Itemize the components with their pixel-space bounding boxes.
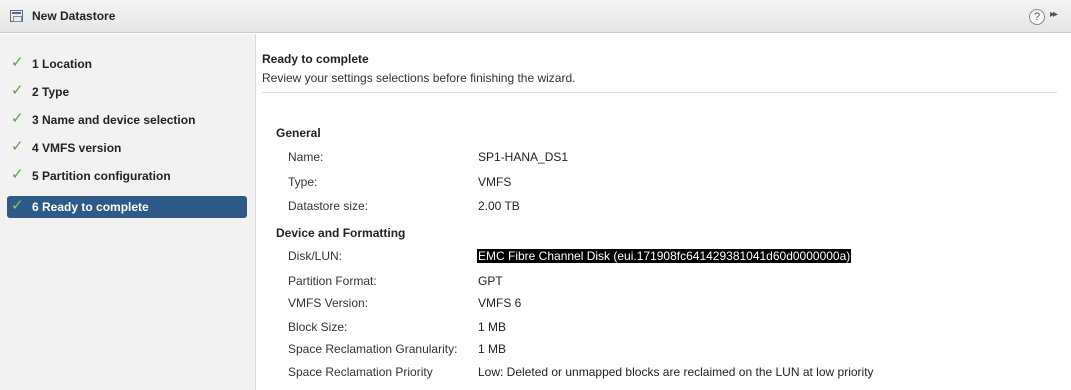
step-type[interactable]: ✓ 2 Type bbox=[7, 81, 247, 103]
general-section-title: General bbox=[276, 126, 321, 140]
wizard-content: Ready to complete Review your settings s… bbox=[257, 34, 1071, 390]
check-icon: ✓ bbox=[11, 82, 24, 99]
page-title: Ready to complete bbox=[262, 52, 369, 66]
type-label: Type: bbox=[288, 175, 318, 189]
type-value: VMFS bbox=[478, 175, 512, 189]
space-reclamation-granularity-value: 1 MB bbox=[478, 342, 507, 356]
step-vmfs-version[interactable]: ✓ 4 VMFS version bbox=[7, 137, 247, 159]
step-label: 2 Type bbox=[32, 85, 70, 99]
expand-icon[interactable]: ▸▸ bbox=[1050, 9, 1058, 20]
window-title: New Datastore bbox=[32, 9, 116, 23]
partition-format-value: GPT bbox=[478, 274, 503, 288]
datastore-size-value: 2.00 TB bbox=[478, 199, 520, 213]
check-icon: ✓ bbox=[11, 138, 24, 155]
step-location[interactable]: ✓ 1 Location bbox=[7, 53, 247, 75]
disk-lun-value[interactable]: EMC Fibre Channel Disk (eui.171908fc6414… bbox=[477, 249, 852, 263]
step-label: 1 Location bbox=[32, 57, 93, 71]
step-label: 6 Ready to complete bbox=[32, 200, 149, 214]
check-icon: ✓ bbox=[11, 197, 24, 214]
step-label: 5 Partition configuration bbox=[32, 169, 171, 183]
divider bbox=[262, 92, 1057, 93]
wizard-steps-sidebar: ✓ 1 Location ✓ 2 Type ✓ 3 Name and devic… bbox=[0, 34, 256, 390]
disk-lun-label: Disk/LUN: bbox=[288, 249, 343, 263]
check-icon: ✓ bbox=[11, 166, 24, 183]
datastore-size-label: Datastore size: bbox=[288, 199, 369, 213]
partition-format-label: Partition Format: bbox=[288, 274, 377, 288]
name-value: SP1-HANA_DS1 bbox=[478, 150, 569, 164]
name-label: Name: bbox=[288, 150, 324, 164]
check-icon: ✓ bbox=[11, 54, 24, 71]
step-name-and-device-selection[interactable]: ✓ 3 Name and device selection bbox=[7, 109, 247, 131]
vmfs-version-label: VMFS Version: bbox=[288, 296, 369, 310]
space-reclamation-priority-label: Space Reclamation Priority bbox=[288, 365, 433, 379]
space-reclamation-granularity-label: Space Reclamation Granularity: bbox=[288, 342, 458, 356]
step-partition-configuration[interactable]: ✓ 5 Partition configuration bbox=[7, 165, 247, 187]
block-size-value: 1 MB bbox=[478, 320, 507, 334]
device-formatting-section-title: Device and Formatting bbox=[276, 226, 406, 240]
step-ready-to-complete[interactable]: ✓ 6 Ready to complete bbox=[7, 196, 247, 218]
vmfs-version-value: VMFS 6 bbox=[478, 296, 522, 310]
step-label: 4 VMFS version bbox=[32, 141, 122, 155]
datastore-wizard-icon bbox=[10, 10, 23, 22]
window-titlebar: New Datastore ? ▸▸ bbox=[0, 0, 1071, 33]
step-label: 3 Name and device selection bbox=[32, 113, 196, 127]
block-size-label: Block Size: bbox=[288, 320, 348, 334]
page-description: Review your settings selections before f… bbox=[262, 71, 576, 85]
check-icon: ✓ bbox=[11, 110, 24, 127]
space-reclamation-priority-value: Low: Deleted or unmapped blocks are recl… bbox=[478, 365, 874, 379]
help-icon[interactable]: ? bbox=[1029, 9, 1045, 25]
